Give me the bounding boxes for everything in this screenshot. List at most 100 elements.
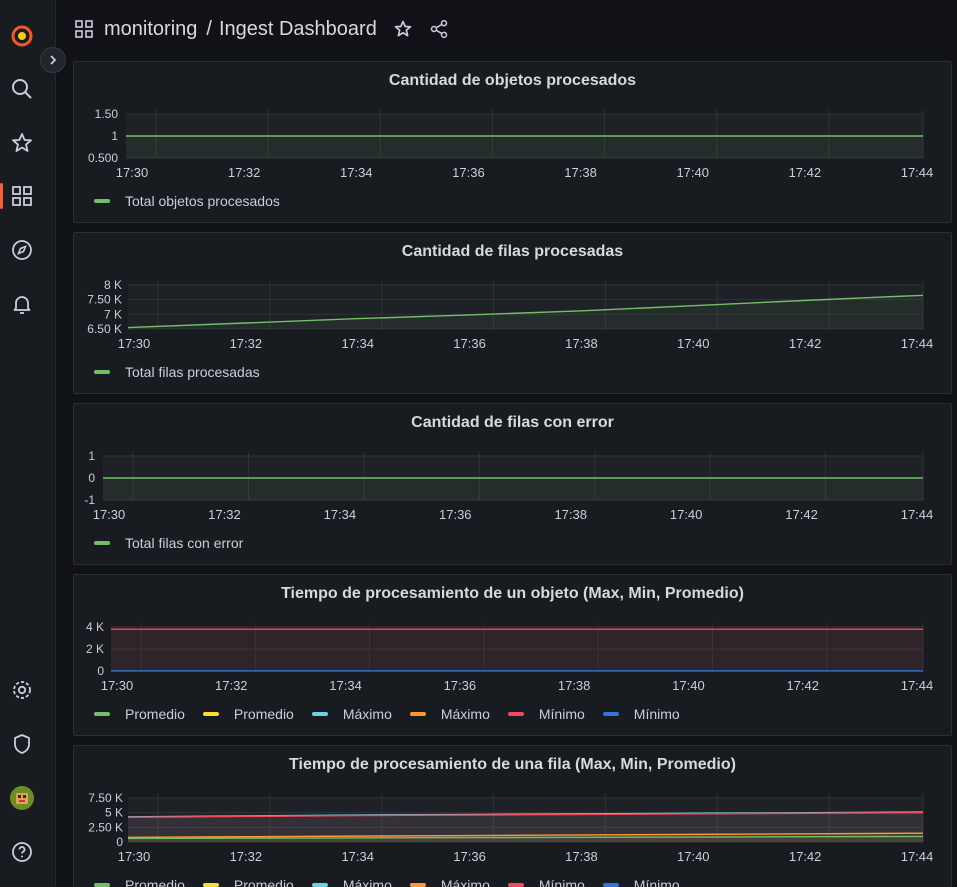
x-tick-label: 17:32 bbox=[215, 678, 248, 693]
x-tick-label: 17:34 bbox=[329, 678, 362, 693]
dashboard-title[interactable]: Ingest Dashboard bbox=[219, 18, 377, 40]
sidebar-collapse-button[interactable] bbox=[40, 47, 66, 73]
panel-1[interactable]: Cantidad de objetos procesados 1.50 1 0.500… bbox=[73, 61, 952, 223]
chart-plot[interactable]: 1.50 1 0.50017:30 17:32 17:34 17:36 17:38 17:40… bbox=[74, 62, 952, 192]
legend-label: Mínimo bbox=[633, 706, 680, 722]
legend-label: Mínimo bbox=[538, 706, 585, 722]
share-dashboard-button[interactable] bbox=[427, 17, 451, 41]
x-tick-label: 17:40 bbox=[677, 336, 710, 351]
panel-legend: Total objetos procesados bbox=[94, 193, 298, 209]
x-tick-label: 17:44 bbox=[901, 336, 934, 351]
legend-item[interactable]: Máximo bbox=[311, 706, 392, 722]
legend-item[interactable]: Total filas con error bbox=[94, 535, 243, 551]
dashboards-icon[interactable] bbox=[8, 182, 36, 210]
star-icon[interactable] bbox=[8, 129, 36, 157]
legend-item[interactable]: Máximo bbox=[311, 877, 392, 887]
x-tick-label: 17:40 bbox=[670, 507, 703, 522]
x-tick-label: 17:32 bbox=[230, 336, 263, 351]
panel-4[interactable]: Tiempo de procesamiento de un objeto (Ma… bbox=[73, 574, 952, 736]
x-tick-label: 17:40 bbox=[677, 849, 710, 864]
help-icon[interactable] bbox=[8, 838, 36, 866]
x-tick-label: 17:44 bbox=[901, 678, 934, 693]
legend-swatch bbox=[507, 883, 524, 887]
legend-item[interactable]: Promedio bbox=[94, 877, 185, 887]
y-tick-label: 4 K bbox=[86, 620, 104, 634]
legend-item[interactable]: Mínimo bbox=[602, 877, 680, 887]
x-tick-label: 17:32 bbox=[208, 507, 241, 522]
chart-plot[interactable]: 7.50 K5 K2.50 K017:30 17:32 17:34 17:36 17:3… bbox=[74, 746, 952, 876]
legend-swatch bbox=[94, 370, 110, 374]
legend-label: Mínimo bbox=[633, 877, 680, 887]
x-tick-label: 17:40 bbox=[676, 165, 709, 180]
panel-legend: Promedio Promedio Máximo Máximo Mínimo Mínimo bbox=[94, 877, 698, 887]
legend-item[interactable]: Máximo bbox=[409, 706, 490, 722]
legend-label: Promedio bbox=[233, 706, 294, 722]
explore-compass-icon[interactable] bbox=[8, 236, 36, 264]
x-tick-label: 17:38 bbox=[564, 165, 597, 180]
chart-plot[interactable]: 8 K7.50 K7 K6.50 K17:30 17:32 17:34 17:36 17… bbox=[74, 233, 952, 363]
x-tick-label: 17:38 bbox=[565, 849, 598, 864]
legend-swatch bbox=[202, 712, 219, 716]
mark-favorite-button[interactable] bbox=[391, 17, 415, 41]
series-area bbox=[126, 136, 923, 158]
active-indicator bbox=[0, 183, 3, 209]
x-tick-label: 17:30 bbox=[118, 849, 151, 864]
panel-3[interactable]: Cantidad de filas con error 1 0 -1 17:30 17:3… bbox=[73, 403, 952, 565]
breadcrumb: monitoring / Ingest Dashboard bbox=[104, 18, 377, 41]
y-tick-label: 2.50 K bbox=[88, 820, 123, 834]
breadcrumb-folder[interactable]: monitoring bbox=[104, 18, 197, 40]
x-tick-label: 17:30 bbox=[118, 336, 151, 351]
x-tick-label: 17:36 bbox=[453, 849, 486, 864]
x-tick-label: 17:32 bbox=[230, 849, 263, 864]
panel-2[interactable]: Cantidad de filas procesadas 8 K 7.50 K7 K… bbox=[73, 232, 952, 394]
shield-icon[interactable] bbox=[8, 730, 36, 758]
x-tick-label: 17:42 bbox=[789, 849, 822, 864]
share-icon bbox=[430, 19, 448, 39]
y-tick-label: 7.50 K bbox=[88, 791, 123, 805]
legend-label: Promedio bbox=[125, 706, 185, 722]
gear-icon[interactable] bbox=[8, 676, 36, 704]
y-tick-label: 0 bbox=[97, 664, 104, 678]
x-tick-label: 17:36 bbox=[439, 507, 472, 522]
legend-item[interactable]: Mínimo bbox=[602, 706, 680, 722]
legend-item[interactable]: Promedio bbox=[202, 877, 294, 887]
panel-5[interactable]: Tiempo de procesamiento de una fila (Max… bbox=[73, 745, 952, 887]
legend-item[interactable]: Total objetos procesados bbox=[94, 193, 280, 209]
x-tick-label: 17:30 bbox=[116, 165, 149, 180]
legend-item[interactable]: Promedio bbox=[94, 706, 185, 722]
legend-swatch bbox=[409, 883, 426, 887]
breadcrumb-separator: / bbox=[206, 17, 212, 40]
legend-item[interactable]: Máximo bbox=[409, 877, 490, 887]
x-tick-label: 17:36 bbox=[452, 165, 485, 180]
x-tick-label: 17:40 bbox=[672, 678, 705, 693]
legend-swatch bbox=[409, 712, 426, 716]
legend-label: Total filas procesadas bbox=[125, 364, 260, 380]
legend-item[interactable]: Promedio bbox=[202, 706, 294, 722]
y-tick-label: 0 bbox=[116, 835, 123, 849]
legend-item[interactable]: Mínimo bbox=[507, 706, 585, 722]
y-tick-label: 1 bbox=[111, 129, 118, 143]
legend-item[interactable]: Total filas procesadas bbox=[94, 364, 260, 380]
x-tick-label: 17:30 bbox=[101, 678, 134, 693]
y-tick-label: 2 K bbox=[86, 642, 104, 656]
grafana-logo-icon[interactable] bbox=[8, 22, 36, 50]
legend-swatch bbox=[311, 712, 328, 716]
x-tick-label: 17:38 bbox=[554, 507, 587, 522]
x-tick-label: 17:30 bbox=[93, 507, 126, 522]
alerting-bell-icon[interactable] bbox=[8, 290, 36, 318]
y-tick-label: 7.50 K bbox=[87, 293, 122, 307]
x-tick-label: 17:34 bbox=[324, 507, 357, 522]
legend-swatch bbox=[94, 883, 110, 887]
x-tick-label: 17:42 bbox=[786, 678, 819, 693]
x-tick-label: 17:44 bbox=[901, 165, 934, 180]
chart-plot[interactable]: 4 K 2 K 017:30 17:32 17:34 17:36 17:38 17:40 17:… bbox=[74, 575, 952, 705]
x-tick-label: 17:42 bbox=[789, 336, 822, 351]
panel-legend: Total filas procesadas bbox=[94, 364, 278, 380]
search-icon[interactable] bbox=[8, 75, 36, 103]
sidebar bbox=[0, 0, 56, 887]
avatar[interactable] bbox=[8, 784, 36, 812]
legend-item[interactable]: Mínimo bbox=[507, 877, 585, 887]
star-icon bbox=[394, 20, 412, 37]
y-tick-label: -1 bbox=[84, 493, 95, 507]
chart-plot[interactable]: 1 0 -117:30 17:32 17:34 17:36 17:38 17:40 17:42 1… bbox=[74, 404, 952, 534]
